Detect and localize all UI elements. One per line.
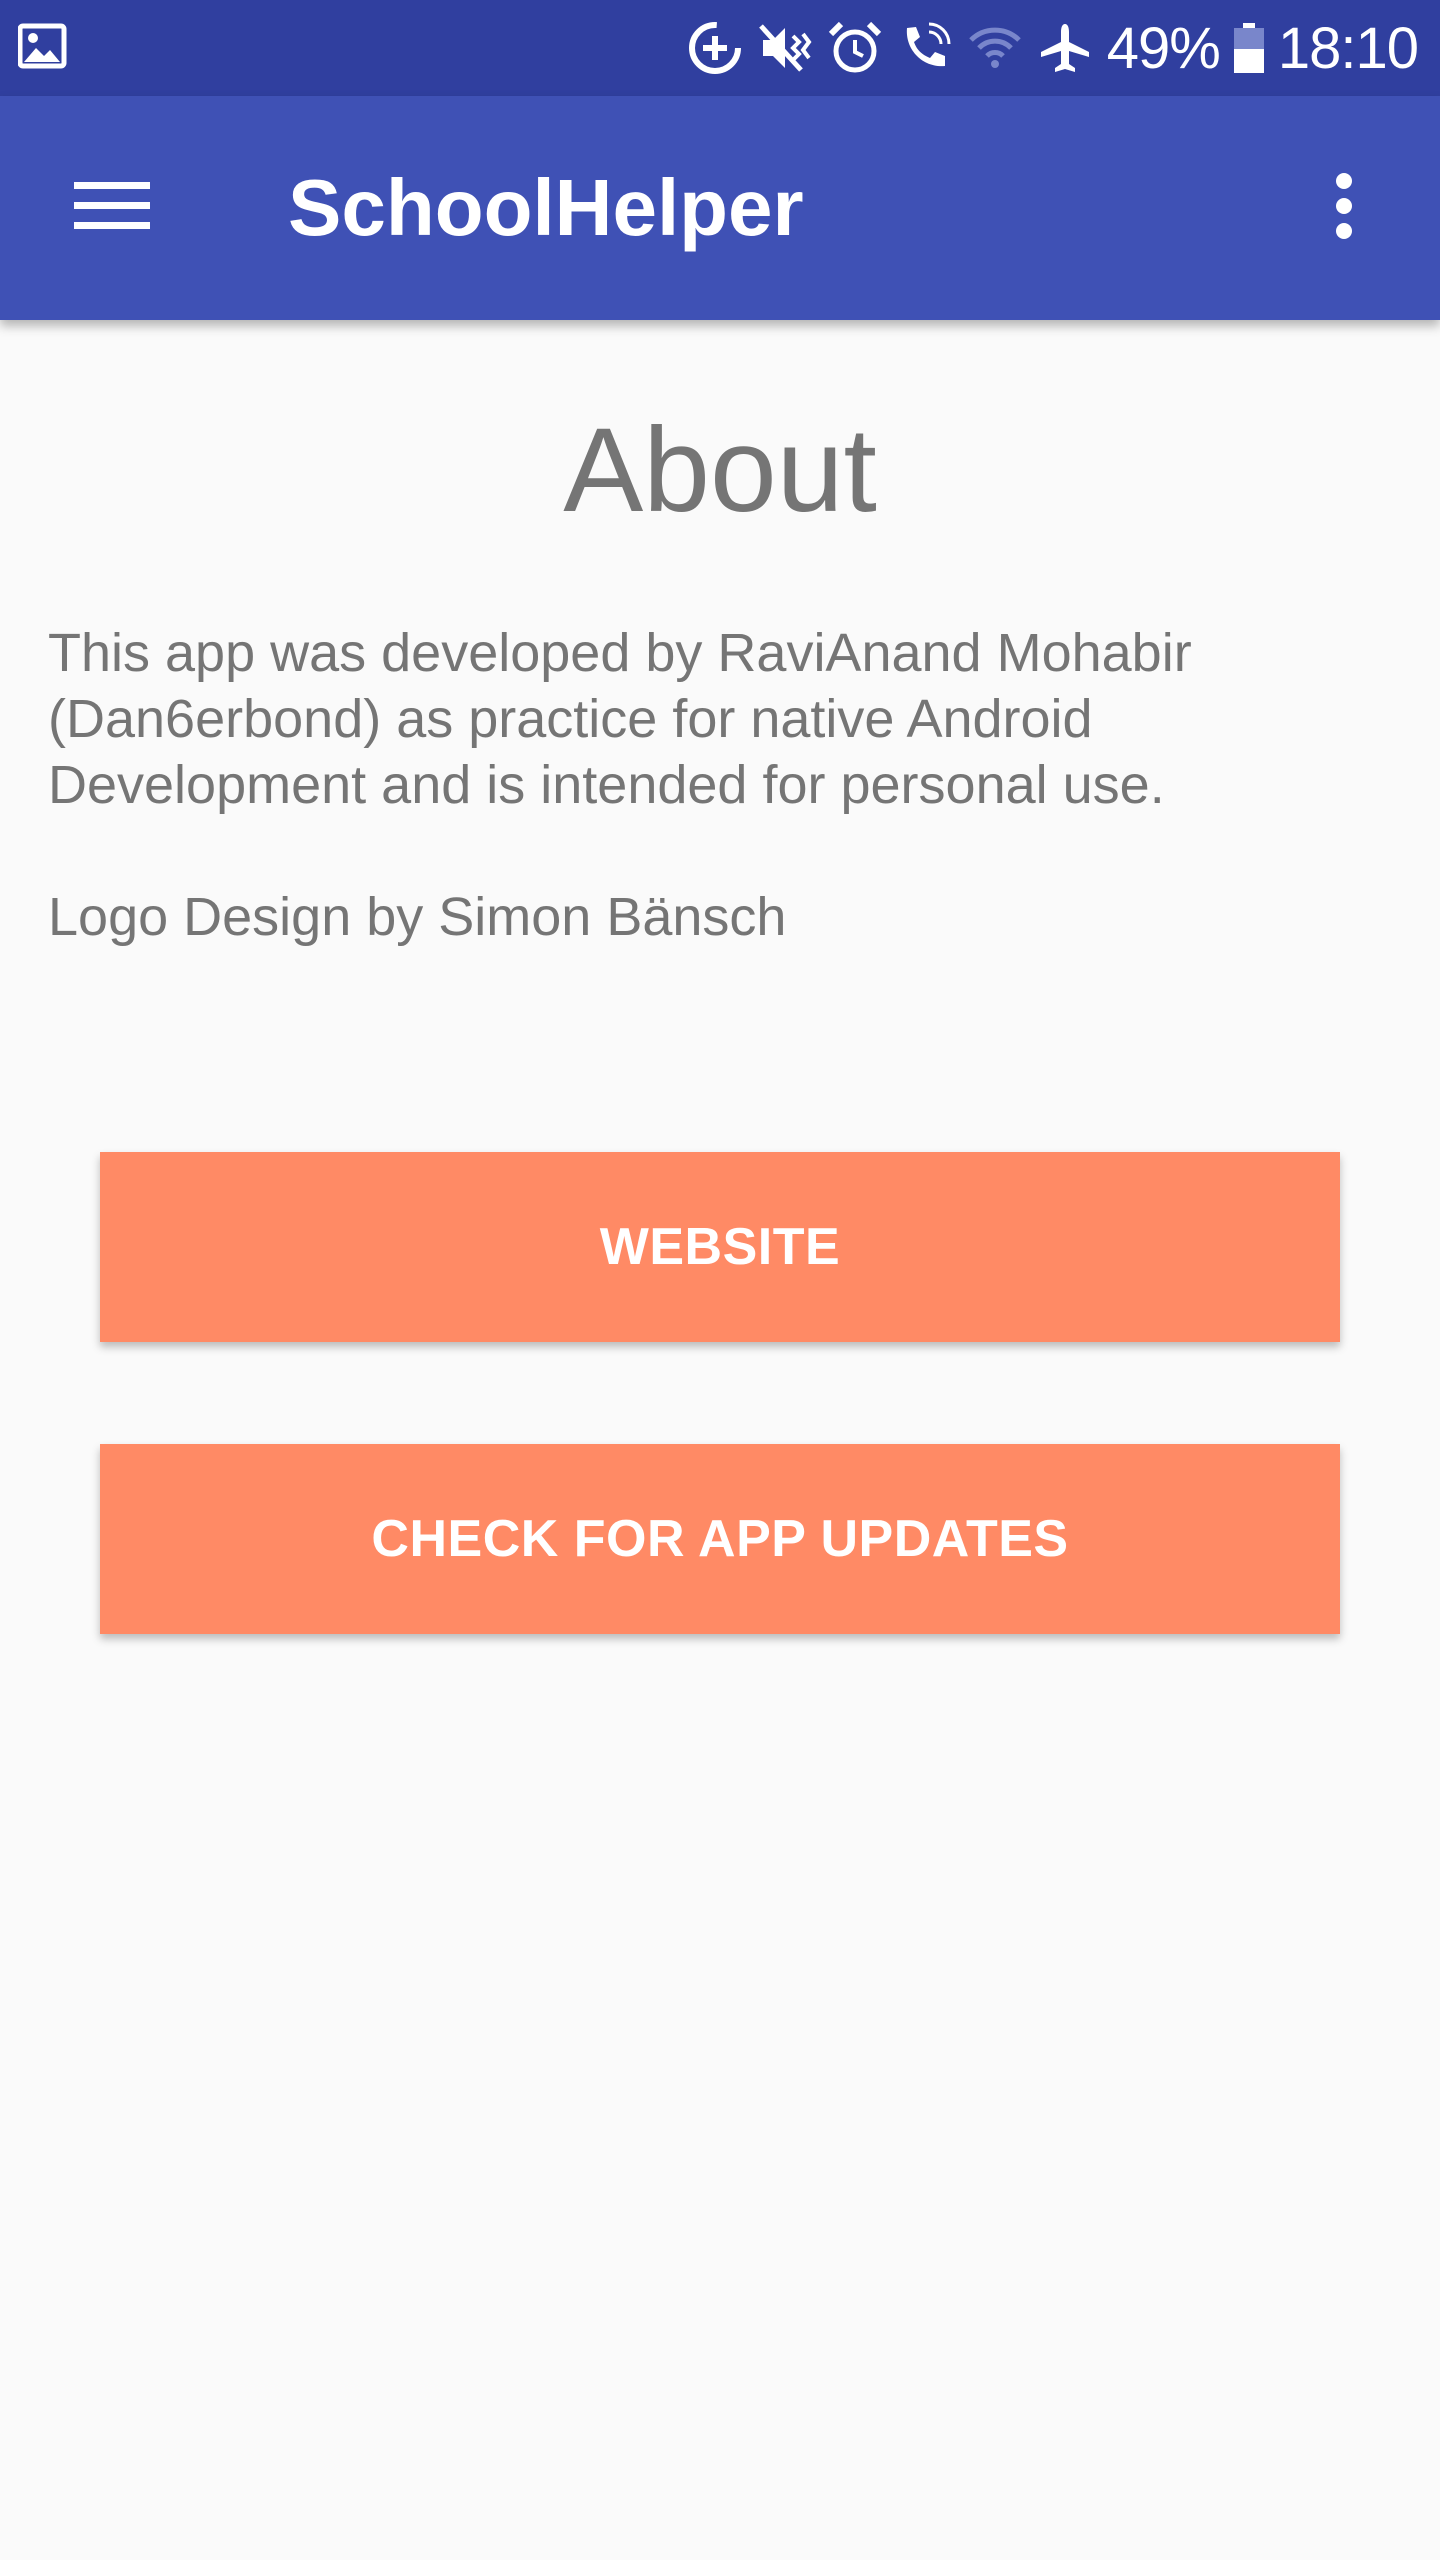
status-bar: 49% 18:10 bbox=[0, 0, 1440, 96]
airplane-mode-icon bbox=[1037, 20, 1093, 76]
logo-credit: Logo Design by Simon Bänsch bbox=[48, 887, 787, 947]
mute-vibrate-icon bbox=[757, 20, 813, 76]
image-notification-icon bbox=[17, 22, 68, 72]
website-button[interactable]: WEBSITE bbox=[100, 1152, 1340, 1342]
about-description: This app was developed by RaviAnand Moha… bbox=[48, 623, 1192, 815]
alarm-icon bbox=[827, 20, 883, 76]
page-title: About bbox=[563, 403, 877, 537]
wifi-calling-icon bbox=[897, 20, 953, 76]
wifi-icon bbox=[967, 20, 1023, 76]
app-bar: SchoolHelper bbox=[0, 96, 1440, 320]
hamburger-menu-icon bbox=[74, 178, 150, 239]
more-vert-icon bbox=[1334, 172, 1354, 245]
data-saver-icon bbox=[687, 20, 743, 76]
battery-percent: 49% bbox=[1106, 15, 1221, 81]
app-title: SchoolHelper bbox=[288, 163, 804, 252]
check-updates-button[interactable]: CHECK FOR APP UPDATES bbox=[100, 1444, 1340, 1634]
overflow-menu-button[interactable] bbox=[1288, 152, 1400, 264]
navigation-drawer-button[interactable] bbox=[56, 152, 168, 264]
status-time: 18:10 bbox=[1277, 15, 1419, 81]
battery-icon bbox=[1233, 23, 1264, 73]
